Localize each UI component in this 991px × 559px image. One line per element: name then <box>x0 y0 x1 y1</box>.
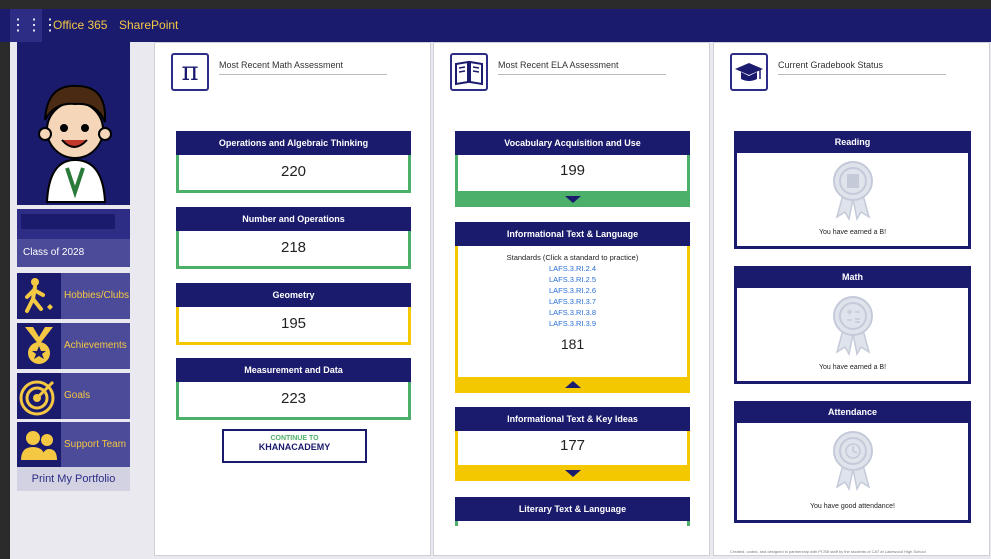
suite-bar: ⋮⋮⋮ Office 365 SharePoint <box>0 9 991 42</box>
khan-academy-button[interactable]: CONTINUE TO KHANACADEMY <box>222 429 367 463</box>
nav-label: Achievements <box>64 340 127 351</box>
khan-line2: KHANACADEMY <box>258 442 331 452</box>
math-panel: π Most Recent Math Assessment Operations… <box>154 42 431 556</box>
card-score: 199 <box>455 155 690 191</box>
target-icon <box>17 373 61 419</box>
card-score: 195 <box>176 307 411 345</box>
chevron-down-icon <box>564 196 581 203</box>
nav-goals[interactable]: Goals <box>17 373 130 419</box>
people-icon <box>17 422 61 468</box>
card-body: You have earned a B! <box>734 288 971 384</box>
card-score: 223 <box>176 382 411 420</box>
ribbon-award-icon <box>832 431 873 491</box>
pi-icon: π <box>171 53 209 91</box>
standards-heading: Standards (Click a standard to practice) <box>506 253 639 262</box>
standard-link[interactable]: LAFS.3.RI.2.5 <box>458 274 687 285</box>
chevron-up-icon <box>564 381 581 388</box>
card-header: Reading <box>734 131 971 153</box>
avatar <box>17 42 130 205</box>
panel-title: Most Recent ELA Assessment <box>498 60 619 70</box>
math-card[interactable]: Geometry 195 <box>176 283 411 345</box>
panel-title: Current Gradebook Status <box>778 60 884 70</box>
card-score: 218 <box>176 231 411 269</box>
card-body: You have good attendance! <box>734 423 971 523</box>
sidebar: Class of 2028 Hobbies/Clubs Achievements… <box>17 42 130 502</box>
collapse-toggle[interactable] <box>455 377 690 393</box>
card-header: Informational Text & Key Ideas <box>455 407 690 431</box>
standards-list: Standards (Click a standard to practice)… <box>458 246 687 329</box>
card-body: Standards (Click a standard to practice)… <box>455 246 690 377</box>
math-card[interactable]: Number and Operations 218 <box>176 207 411 269</box>
nav-label: Hobbies/Clubs <box>64 290 130 301</box>
panel-title: Most Recent Math Assessment <box>219 60 344 70</box>
khan-line1: CONTINUE TO <box>270 435 319 442</box>
print-portfolio-button[interactable]: Print My Portfolio <box>17 467 130 491</box>
standard-link[interactable]: LAFS.3.RI.3.8 <box>458 307 687 318</box>
nav-hobbies[interactable]: Hobbies/Clubs <box>17 273 130 319</box>
math-card[interactable]: Operations and Algebraic Thinking 220 <box>176 131 411 193</box>
card-header: Number and Operations <box>176 207 411 231</box>
standard-link[interactable]: LAFS.3.RI.2.6 <box>458 285 687 296</box>
ela-panel: Most Recent ELA Assessment Vocabulary Ac… <box>433 42 710 556</box>
gradebook-panel: Current Gradebook Status Reading You hav… <box>713 42 990 556</box>
class-label: Class of 2028 <box>17 239 130 267</box>
grade-message: You have earned a B! <box>818 364 887 371</box>
standard-link[interactable]: LAFS.3.RI.3.7 <box>458 296 687 307</box>
nav-support-team[interactable]: Support Team <box>17 422 130 468</box>
grade-message: You have earned a B! <box>818 229 887 236</box>
card-header: Operations and Algebraic Thinking <box>176 131 411 155</box>
math-card[interactable]: Measurement and Data 223 <box>176 358 411 420</box>
card-body <box>455 521 690 526</box>
chevron-down-icon <box>564 470 581 477</box>
card-score: 220 <box>176 155 411 193</box>
office365-link[interactable]: Office 365 <box>53 18 107 32</box>
grade-message: You have good attendance! <box>810 503 895 510</box>
student-avatar-icon <box>38 84 112 203</box>
student-name-bar <box>17 209 130 239</box>
card-header: Vocabulary Acquisition and Use <box>455 131 690 155</box>
card-header: Informational Text & Language <box>455 222 690 246</box>
card-header: Math <box>734 266 971 288</box>
ela-card[interactable]: Informational Text & Language Standards … <box>455 222 690 393</box>
book-icon <box>450 53 488 91</box>
grade-card-reading[interactable]: Reading You have earned a B! <box>734 131 971 249</box>
standard-link[interactable]: LAFS.3.RI.3.9 <box>458 318 687 329</box>
card-score: 181 <box>560 336 585 352</box>
app-launcher-icon[interactable]: ⋮⋮⋮ <box>10 9 58 42</box>
card-header: Attendance <box>734 401 971 423</box>
ribbon-award-icon <box>832 296 873 356</box>
ela-card[interactable]: Literary Text & Language <box>455 497 690 526</box>
card-header: Literary Text & Language <box>455 497 690 521</box>
card-score: 177 <box>455 431 690 465</box>
ela-card[interactable]: Informational Text & Key Ideas 177 <box>455 407 690 481</box>
ribbon-award-icon <box>832 161 873 221</box>
card-body: You have earned a B! <box>734 153 971 249</box>
sharepoint-link[interactable]: SharePoint <box>119 18 178 32</box>
nav-achievements[interactable]: Achievements <box>17 323 130 369</box>
ela-card[interactable]: Vocabulary Acquisition and Use 199 <box>455 131 690 207</box>
medal-icon <box>17 323 61 369</box>
walking-person-icon <box>17 273 61 319</box>
footer-credit: Created, coded, and designed in partners… <box>730 549 926 554</box>
card-header: Geometry <box>176 283 411 307</box>
grade-card-attendance[interactable]: Attendance You have good attendance! <box>734 401 971 523</box>
grade-card-math[interactable]: Math You have earned a B! <box>734 266 971 384</box>
nav-label: Goals <box>64 390 91 401</box>
standard-link[interactable]: LAFS.3.RI.2.4 <box>458 263 687 274</box>
nav-label: Support Team <box>64 439 127 450</box>
graduation-cap-icon <box>730 53 768 91</box>
expand-toggle[interactable] <box>455 191 690 207</box>
card-header: Measurement and Data <box>176 358 411 382</box>
expand-toggle[interactable] <box>455 465 690 481</box>
